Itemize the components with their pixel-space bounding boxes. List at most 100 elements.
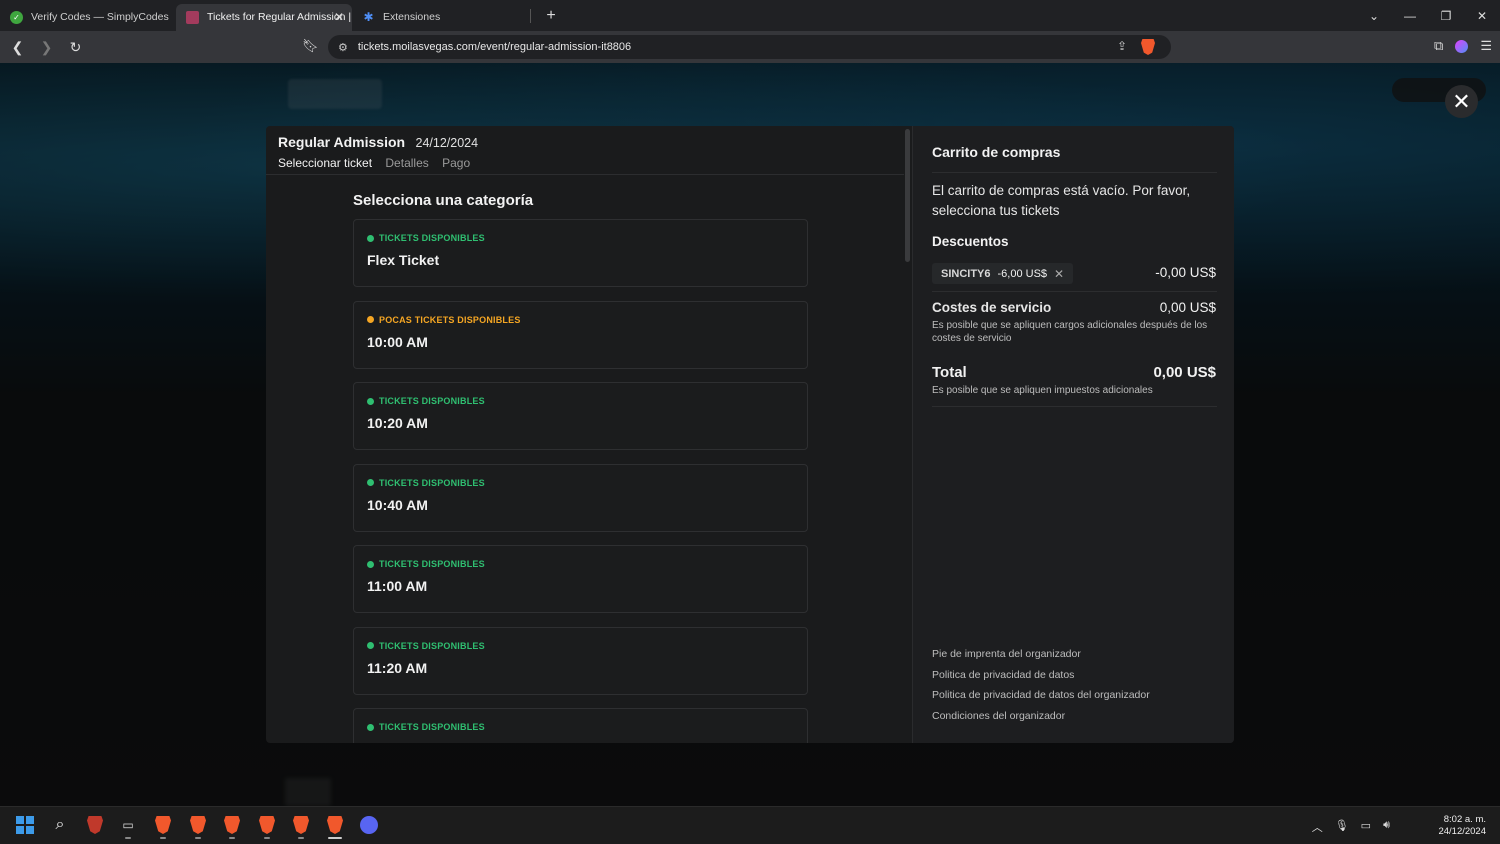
step-payment[interactable]: Pago <box>442 156 470 170</box>
status-dot <box>367 560 374 568</box>
category-name: 10:00 AM <box>367 333 428 350</box>
total-note: Es posible que se apliquen impuestos adi… <box>932 385 1153 396</box>
cart-empty-message: El carrito de compras está vacío. Por fa… <box>932 183 1191 218</box>
organizer-links: Pie de imprenta del organizador Politica… <box>932 648 1150 730</box>
category-list: TICKETS DISPONIBLES Flex Ticket POCAS TI… <box>353 219 808 743</box>
divider <box>932 406 1217 407</box>
imprint-link[interactable]: Pie de imprenta del organizador <box>932 648 1150 660</box>
category-card[interactable]: TICKETS DISPONIBLES 11:20 AM <box>353 626 808 695</box>
browser-toolbar: ❮ ❯ ↻ 🔖︎ ⚙ tickets.moilasvegas.com/event… <box>0 31 1500 63</box>
availability-status: TICKETS DISPONIBLES <box>367 233 807 243</box>
category-card[interactable]: TICKETS DISPONIBLES 11:00 AM <box>353 545 808 613</box>
total-value: 0,00 US$ <box>1153 364 1216 381</box>
status-dot <box>367 479 374 486</box>
tab-title: Tickets for Regular Admission | <box>207 11 352 23</box>
terminal-icon[interactable]: ▭ <box>118 815 138 835</box>
tab-tickets[interactable]: Tickets for Regular Admission | ✕ <box>176 3 352 31</box>
brave-browser-icon[interactable] <box>222 815 242 835</box>
brave-browser-icon[interactable] <box>325 815 345 835</box>
discounts-title: Descuentos <box>932 234 1009 249</box>
category-name: 11:20 AM <box>367 659 428 676</box>
tab-strip: ✓ Verify Codes — SimplyCodes Tickets for… <box>0 0 1500 31</box>
search-icon[interactable]: ⌕ <box>50 815 70 835</box>
tab-simplycodes[interactable]: ✓ Verify Codes — SimplyCodes <box>0 4 176 31</box>
ticket-modal: Regular Admission 24/12/2024 Seleccionar… <box>266 126 1234 743</box>
divider <box>932 172 1217 173</box>
remove-coupon-icon[interactable]: ✕ <box>1054 267 1064 281</box>
restore-icon[interactable]: ❐ <box>1428 9 1464 23</box>
organizer-terms-link[interactable]: Condiciones del organizador <box>932 710 1150 722</box>
header-divider <box>266 174 904 175</box>
status-dot <box>367 316 374 323</box>
close-window-icon[interactable]: ✕ <box>1464 9 1500 23</box>
discount-total: -0,00 US$ <box>1155 265 1216 280</box>
brave-browser-icon[interactable] <box>153 815 173 835</box>
clock-date: 24/12/2024 <box>1438 826 1486 837</box>
shield-app-icon[interactable] <box>85 815 105 835</box>
share-icon[interactable]: ⇪ <box>1117 39 1127 53</box>
tab-extensions[interactable]: ✱ Extensiones <box>352 4 528 31</box>
profile-avatar[interactable] <box>1455 39 1469 53</box>
url-text[interactable]: tickets.moilasvegas.com/event/regular-ad… <box>358 41 631 53</box>
coupon-chip: SINCITY6 -6,00 US$ ✕ <box>932 263 1074 284</box>
brave-shields-icon[interactable] <box>1141 39 1155 55</box>
category-card[interactable]: TICKETS DISPONIBLES 10:20 AM <box>353 382 808 450</box>
bookmark-icon[interactable]: 🔖︎ <box>302 38 319 56</box>
running-indicator <box>298 837 304 839</box>
category-name: 10:40 AM <box>367 496 428 513</box>
brave-browser-icon[interactable] <box>291 815 311 835</box>
list-scrollbar[interactable] <box>905 129 910 262</box>
divider <box>932 291 1217 292</box>
category-card[interactable]: TICKETS DISPONIBLES 10:40 AM <box>353 463 808 532</box>
forward-icon[interactable]: ❯ <box>35 36 58 59</box>
tab-title: Extensiones <box>383 11 441 23</box>
category-heading: Selecciona una categoría <box>353 192 534 209</box>
category-name: 10:20 AM <box>367 415 428 431</box>
network-icon[interactable]: ▭ <box>1361 819 1371 835</box>
brave-browser-icon[interactable] <box>188 815 208 835</box>
category-card[interactable]: TICKETS DISPONIBLES Flex Ticket <box>353 219 808 287</box>
service-fee-note: Es posible que se apliquen cargos adicio… <box>932 320 1208 344</box>
menu-icon[interactable]: ☰ <box>1480 38 1492 54</box>
availability-status: TICKETS DISPONIBLES <box>367 722 807 732</box>
puzzle-piece-icon: ✱ <box>363 10 374 24</box>
tray-overflow-icon[interactable]: ︿ <box>1312 819 1323 835</box>
system-clock[interactable]: 8:02 a. m. 24/12/2024 <box>1438 814 1486 838</box>
cart-title: Carrito de compras <box>932 144 1061 160</box>
category-card[interactable]: TICKETS DISPONIBLES <box>353 708 808 743</box>
shopping-cart-panel: Carrito de compras El carrito de compras… <box>912 126 1234 743</box>
organizer-privacy-link[interactable]: Politica de privacidad de datos del orga… <box>932 689 1150 701</box>
tab-search-icon[interactable]: ⌄ <box>1356 9 1392 23</box>
event-title: Regular Admission <box>278 134 406 150</box>
category-card[interactable]: POCAS TICKETS DISPONIBLES 10:00 AM <box>353 300 808 369</box>
moi-favicon-icon <box>186 10 199 24</box>
tab-title: Verify Codes — SimplyCodes <box>31 11 169 23</box>
microphone-icon[interactable]: 🎙︎ <box>1335 819 1349 835</box>
close-modal-icon[interactable]: ✕ <box>1445 85 1478 118</box>
status-dot <box>367 723 374 731</box>
volume-icon[interactable]: 🔊︎ <box>1383 819 1390 835</box>
running-indicator <box>264 837 270 839</box>
modal-header: Regular Admission 24/12/2024 Seleccionar… <box>278 134 480 170</box>
page-viewport: ✕ Regular Admission 24/12/2024 Seleccion… <box>0 63 1500 806</box>
step-select-ticket[interactable]: Seleccionar ticket <box>278 156 372 170</box>
site-info-icon[interactable]: ⚙ <box>338 41 348 54</box>
availability-status: TICKETS DISPONIBLES <box>367 396 807 406</box>
running-indicator <box>229 837 235 839</box>
tab-separator <box>530 8 531 23</box>
start-button[interactable] <box>15 815 35 835</box>
brave-browser-icon[interactable] <box>257 815 277 835</box>
privacy-link[interactable]: Politica de privacidad de datos <box>932 669 1150 681</box>
total-label: Total <box>932 364 967 381</box>
discord-icon[interactable] <box>359 815 379 835</box>
reload-icon[interactable]: ↻ <box>64 36 87 59</box>
address-bar[interactable]: ⚙ tickets.moilasvegas.com/event/regular-… <box>328 35 1171 59</box>
minimize-icon[interactable]: — <box>1392 9 1428 23</box>
new-tab-button[interactable]: + <box>537 2 565 30</box>
extensions-icon[interactable]: ⧉ <box>1434 38 1443 54</box>
step-details[interactable]: Detalles <box>385 156 428 170</box>
event-date: 24/12/2024 <box>415 136 479 150</box>
clock-time: 8:02 a. m. <box>1443 814 1486 825</box>
close-tab-icon[interactable]: ✕ <box>334 10 344 24</box>
back-icon[interactable]: ❮ <box>6 36 29 59</box>
